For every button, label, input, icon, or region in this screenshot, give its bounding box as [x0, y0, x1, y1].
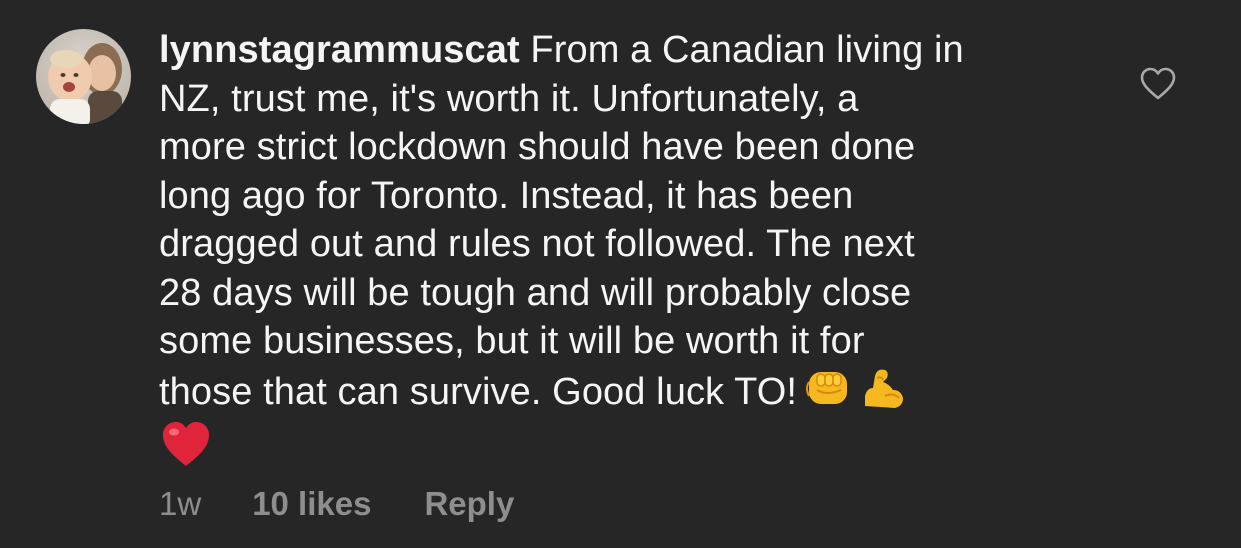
comment-text: lynnstagrammuscat From a Canadian living… — [159, 26, 1059, 468]
comment-line: dragged out and rules not followed. The … — [159, 223, 915, 265]
comment-text-segment: From a Canadian living in — [530, 29, 964, 71]
comment-line: those that can survive. Good luck TO! — [159, 366, 1059, 417]
username-link[interactable]: lynnstagrammuscat — [159, 29, 520, 71]
flexed-biceps-emoji — [859, 366, 909, 410]
comment-meta: 1w 10 likes Reply — [159, 485, 514, 523]
comment-line: lynnstagrammuscat From a Canadian living… — [159, 26, 1059, 75]
reply-button[interactable]: Reply — [424, 485, 514, 523]
comment-timestamp: 1w — [159, 485, 202, 522]
comment-line: NZ, trust me, it's worth it. Unfortunate… — [159, 77, 859, 120]
heart-outline-icon[interactable] — [1138, 64, 1178, 104]
comment-line: long ago for Toronto. Instead, it has be… — [159, 174, 854, 217]
comment-line: 28 days will be tough and will probably … — [159, 271, 912, 314]
oncoming-fist-emoji — [803, 366, 853, 410]
avatar[interactable] — [36, 29, 131, 124]
comment-line: more strict lockdown should have been do… — [159, 126, 916, 168]
likes-count-link[interactable]: 10 likes — [252, 485, 371, 523]
comment: lynnstagrammuscat From a Canadian living… — [0, 0, 1241, 548]
comment-text-segment: those that can survive. Good luck TO! — [159, 370, 798, 413]
comment-line: some businesses, but it will be worth it… — [159, 320, 865, 362]
comment-line — [159, 416, 1059, 468]
red-heart-emoji — [161, 420, 211, 468]
